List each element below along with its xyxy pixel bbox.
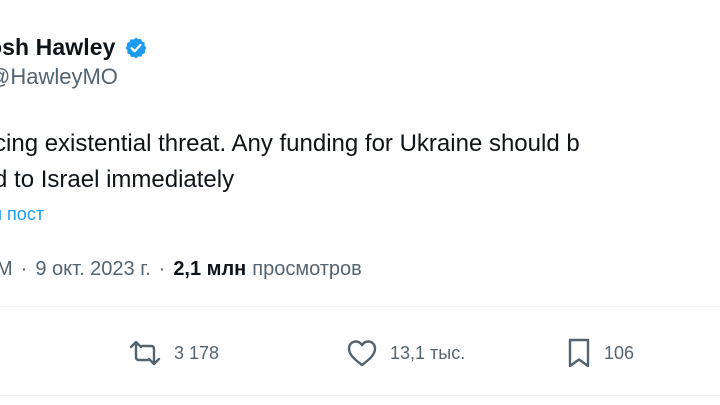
meta-separator: · <box>20 258 28 280</box>
bookmark-count: 106 <box>604 342 635 363</box>
tweet-meta: M · 9 окт. 2023 г. · 2,1 млн просмотров <box>0 258 362 281</box>
like-button[interactable]: 13,1 тыс. <box>346 336 465 370</box>
author-name[interactable]: osh Hawley <box>0 34 116 61</box>
heart-icon <box>346 338 378 368</box>
verified-badge-icon <box>124 36 148 60</box>
author-handle[interactable]: @HawleyMO <box>0 64 118 90</box>
tweet-time[interactable]: M <box>0 258 13 281</box>
retweet-count: 3 178 <box>174 342 220 363</box>
tweet-date[interactable]: 9 окт. 2023 г. <box>35 258 150 281</box>
tweet: osh Hawley @HawleyMO facing existential … <box>0 0 720 405</box>
views-count: 2,1 млн <box>173 258 247 280</box>
tweet-text: facing existential threat. Any funding f… <box>0 126 720 198</box>
retweet-icon <box>128 338 162 368</box>
author-header: osh Hawley <box>0 30 148 64</box>
divider-bottom <box>0 395 720 396</box>
tweet-text-line-1: facing existential threat. Any funding f… <box>0 130 580 157</box>
bookmark-button[interactable]: 106 <box>566 336 634 370</box>
translate-post-link[interactable]: и пост <box>0 204 44 225</box>
tweet-text-line-2: ted to Israel immediately <box>0 166 235 193</box>
bookmark-icon <box>566 337 592 369</box>
views-label: просмотров <box>252 258 362 280</box>
meta-separator-2: · <box>158 258 166 280</box>
retweet-button[interactable]: 3 178 <box>128 336 219 370</box>
divider-top <box>0 306 720 307</box>
like-count: 13,1 тыс. <box>390 342 466 363</box>
